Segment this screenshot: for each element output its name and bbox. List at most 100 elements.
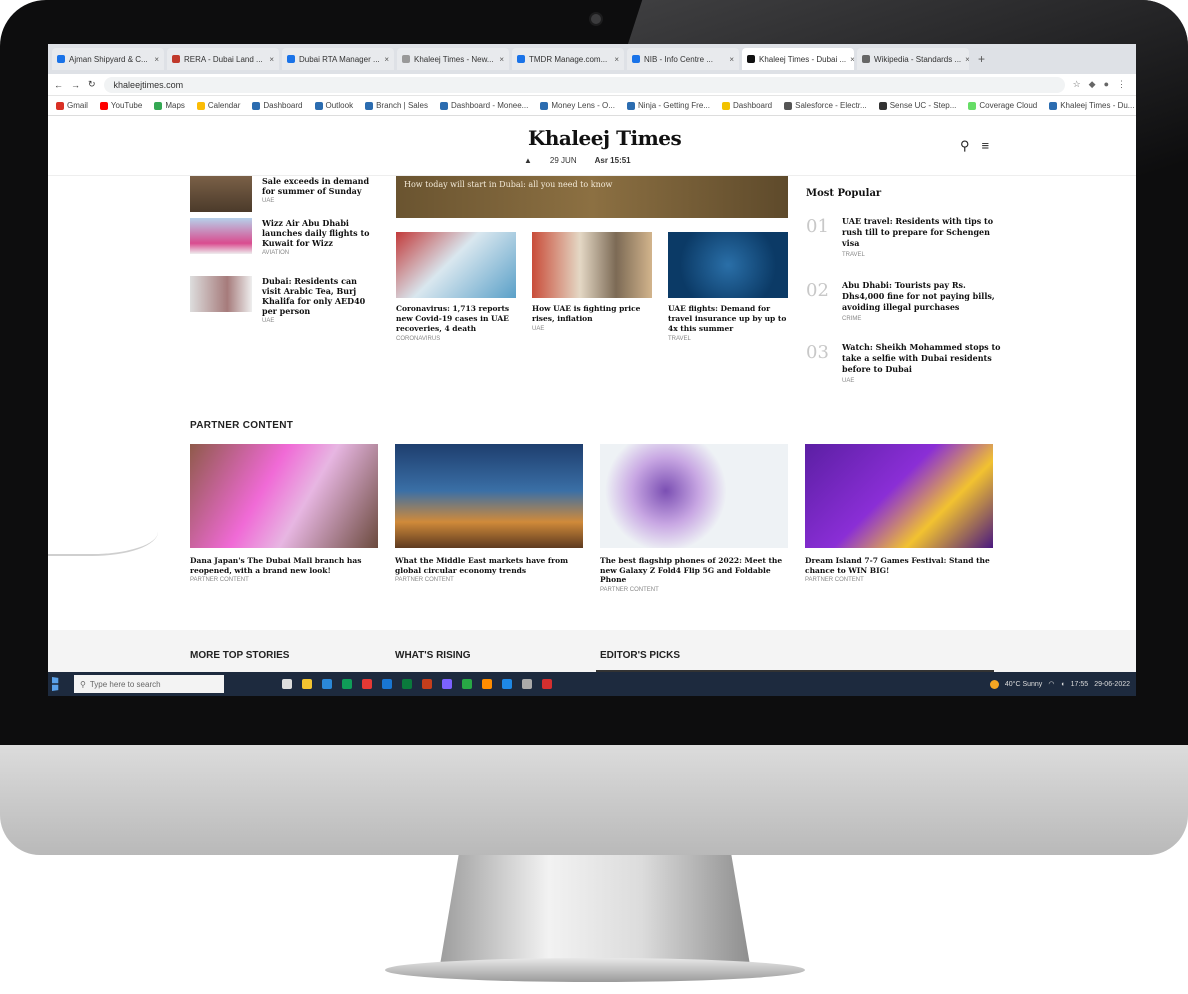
clock[interactable]: 17:55 xyxy=(1071,681,1089,688)
bookmark-item[interactable]: Khaleej Times - Du... xyxy=(1049,101,1134,110)
list-item[interactable]: Wizz Air Abu Dhabi launches daily flight… xyxy=(190,218,372,256)
taskbar-search[interactable]: ⚲ Type here to search xyxy=(74,675,224,693)
browser-tab[interactable]: Ajman Shipyard & C... × xyxy=(52,48,164,70)
bookmark-item[interactable]: Salesforce - Electr... xyxy=(784,101,867,110)
partner-card[interactable]: What the Middle East markets have from g… xyxy=(395,444,583,583)
app-icon[interactable] xyxy=(482,679,492,689)
browser-tab[interactable]: TMDR Manage.com... × xyxy=(512,48,624,70)
list-item[interactable]: Sale exceeds in demand for summer of Sun… xyxy=(190,176,372,212)
close-icon[interactable]: × xyxy=(729,55,734,64)
bookmark-item[interactable]: Dashboard - Monee... xyxy=(439,101,528,110)
bookmark-item[interactable]: Maps xyxy=(154,101,185,110)
close-icon[interactable]: × xyxy=(154,55,159,64)
bookmark-item[interactable]: YouTube xyxy=(99,101,142,110)
task-view-icon[interactable] xyxy=(282,679,292,689)
bookmark-item[interactable]: Ninja - Getting Fre... xyxy=(626,101,710,110)
excel-icon[interactable] xyxy=(402,679,412,689)
prayer-date: 29 JUN xyxy=(549,156,577,165)
list-thumbnail xyxy=(190,218,252,254)
mail-icon[interactable] xyxy=(322,679,332,689)
browser-tab[interactable]: RERA - Dubai Land ... × xyxy=(167,48,279,70)
close-icon[interactable]: × xyxy=(384,55,389,64)
bookmark-item[interactable]: Outlook xyxy=(314,101,353,110)
bookmark-item[interactable]: Dashboard xyxy=(721,101,772,110)
new-tab-button[interactable]: + xyxy=(972,52,985,66)
bookmark-item[interactable]: Money Lens - O... xyxy=(540,101,615,110)
news-card-tag: UAE xyxy=(532,326,545,332)
partner-card[interactable]: The best flagship phones of 2022: Meet t… xyxy=(600,444,788,593)
monitor-stand-foot xyxy=(385,958,805,982)
site-header: Khaleej Times ▲ 29 JUN Asr 15:51 ⚲ ≡ xyxy=(48,116,1136,176)
date[interactable]: 29-06-2022 xyxy=(1094,681,1130,688)
hamburger-menu-icon[interactable]: ≡ xyxy=(982,138,990,154)
teams-icon[interactable] xyxy=(442,679,452,689)
reload-icon[interactable]: ↻ xyxy=(88,79,96,90)
close-icon[interactable]: × xyxy=(850,55,854,64)
editors-picks-heading: EDITOR'S PICKS xyxy=(600,650,680,661)
news-card[interactable]: Coronavirus: 1,713 reports new Covid-19 … xyxy=(396,232,516,342)
bookmark-item[interactable]: Calendar xyxy=(196,101,240,110)
extension-icon[interactable]: ◆ xyxy=(1089,79,1096,90)
word-icon[interactable] xyxy=(382,679,392,689)
app-icon[interactable] xyxy=(522,679,532,689)
close-icon[interactable]: × xyxy=(269,55,274,64)
browser-tab[interactable]: Dubai RTA Manager ... × xyxy=(282,48,394,70)
bookmark-star-icon[interactable]: ☆ xyxy=(1073,79,1081,90)
profile-icon[interactable]: ● xyxy=(1104,79,1109,90)
most-popular-item[interactable]: 01 UAE travel: Residents with tips to ru… xyxy=(806,216,1006,258)
partner-card[interactable]: Dana Japan's The Dubai Mall branch has r… xyxy=(190,444,378,583)
wifi-icon[interactable]: ◠ xyxy=(1048,680,1054,688)
powerpoint-icon[interactable] xyxy=(422,679,432,689)
prayer-time: Asr 15:51 xyxy=(594,156,631,165)
menu-dots-icon[interactable]: ⋮ xyxy=(1117,79,1126,90)
file-explorer-icon[interactable] xyxy=(302,679,312,689)
most-popular-item[interactable]: 03 Watch: Sheikh Mohammed stops to take … xyxy=(806,342,1006,384)
weather-text[interactable]: 40°C Sunny xyxy=(1005,681,1042,688)
most-popular-item[interactable]: 02 Abu Dhabi: Tourists pay Rs. Dhs4,000 … xyxy=(806,280,1006,322)
close-icon[interactable]: × xyxy=(965,55,969,64)
partner-card-tag: PARTNER CONTENT xyxy=(190,577,249,583)
whats-rising-heading: WHAT'S RISING xyxy=(395,650,471,661)
search-icon[interactable]: ⚲ xyxy=(960,138,970,154)
news-card[interactable]: UAE flights: Demand for travel insurance… xyxy=(668,232,788,342)
site-logo[interactable]: Khaleej Times xyxy=(528,126,682,150)
header-actions: ⚲ ≡ xyxy=(960,138,989,154)
bookmark-icon xyxy=(1049,101,1058,110)
bookmark-item[interactable]: Coverage Cloud xyxy=(968,101,1037,110)
news-card[interactable]: How UAE is fighting price rises, inflati… xyxy=(532,232,652,332)
browser-tab[interactable]: Khaleej Times - New... × xyxy=(397,48,509,70)
app-icon[interactable] xyxy=(502,679,512,689)
browser-tab[interactable]: NIB - Info Centre ... × xyxy=(627,48,739,70)
close-icon[interactable]: × xyxy=(499,55,504,64)
back-icon[interactable]: ← xyxy=(54,80,63,90)
chrome-icon[interactable] xyxy=(362,679,372,689)
url-input[interactable]: khaleejtimes.com xyxy=(103,76,1065,93)
edge-icon[interactable] xyxy=(342,679,352,689)
monitor-stand-neck xyxy=(440,855,750,965)
decorative-curve xyxy=(48,516,158,556)
bookmark-item[interactable]: Dashboard xyxy=(252,101,303,110)
browser-tab[interactable]: Wikipedia - Standards ... × xyxy=(857,48,969,70)
hero-banner[interactable]: How today will start in Dubai: all you n… xyxy=(396,176,788,218)
close-icon[interactable]: × xyxy=(614,55,619,64)
tab-favicon-icon xyxy=(862,55,870,63)
extensions-area: ☆ ◆ ● ⋮ xyxy=(1073,79,1136,90)
bookmark-item[interactable]: Gmail xyxy=(56,101,88,110)
bookmark-icon xyxy=(365,101,374,110)
browser-tab-active[interactable]: Khaleej Times - Dubai ... × xyxy=(742,48,854,70)
windows-start-icon[interactable] xyxy=(52,677,59,691)
tab-favicon-icon xyxy=(287,55,295,63)
app-icon[interactable] xyxy=(462,679,472,689)
bookmark-item[interactable]: Branch | Sales xyxy=(365,101,428,110)
tab-favicon-icon xyxy=(57,55,65,63)
forward-icon[interactable]: → xyxy=(71,80,80,90)
tab-favicon-icon xyxy=(402,55,410,63)
list-item[interactable]: Dubai: Residents can visit Arabic Tea, B… xyxy=(190,276,372,324)
volume-icon[interactable]: ◖ xyxy=(1060,681,1064,688)
bookmark-item[interactable]: Sense UC - Step... xyxy=(878,101,956,110)
partner-card[interactable]: Dream Island 7-7 Games Festival: Stand t… xyxy=(805,444,993,583)
screen: Ajman Shipyard & C... × RERA - Dubai Land… xyxy=(48,44,1136,696)
app-icon[interactable] xyxy=(542,679,552,689)
most-popular-title: UAE travel: Residents with tips to rush … xyxy=(842,216,994,248)
mosque-icon: ▲ xyxy=(524,156,532,165)
